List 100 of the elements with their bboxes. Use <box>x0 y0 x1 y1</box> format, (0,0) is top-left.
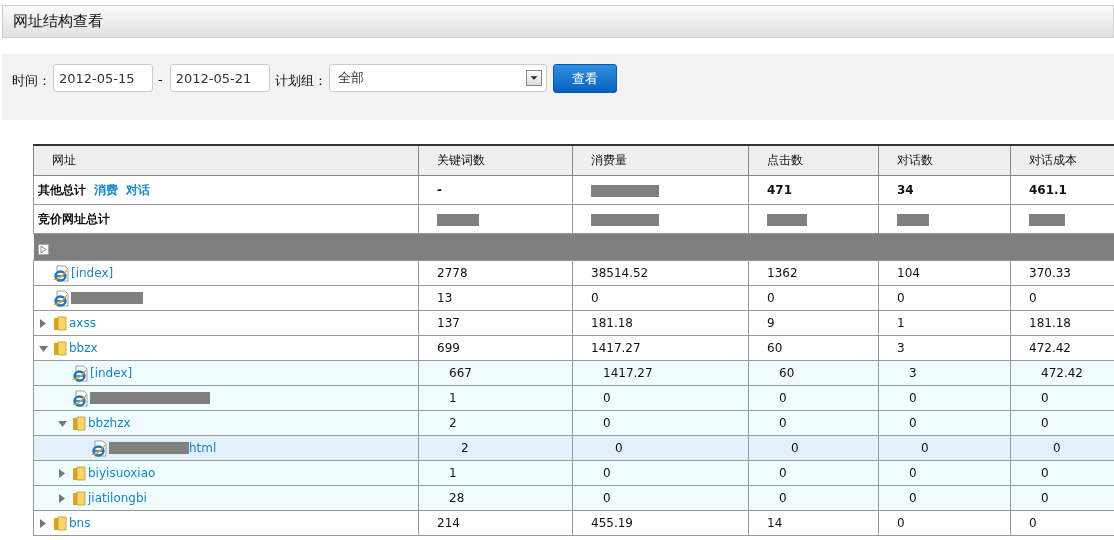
column-header: 对话成本 <box>1010 145 1114 176</box>
table-cell-text: 0 <box>602 391 611 405</box>
table-cell-text: 0 <box>1040 491 1049 505</box>
web-page-icon <box>53 289 69 307</box>
table-cell: 137 <box>437 316 460 330</box>
table-cell: 104 <box>897 266 920 280</box>
url-link[interactable]: bns <box>69 516 91 530</box>
table-cell-text: 0 <box>908 416 917 430</box>
url-link[interactable]: biyisuoxiao <box>88 466 156 480</box>
url-link[interactable]: jiatilongbi <box>88 491 147 505</box>
end-date-field[interactable]: 2012-05-21 <box>169 64 270 92</box>
table-cell-text: 0 <box>778 466 787 480</box>
table-cell-text: 1 <box>448 466 457 480</box>
table-cell-text: 0 <box>908 491 917 505</box>
table-cell-text: 0 <box>778 416 787 430</box>
expand-arrow-icon[interactable] <box>57 492 68 504</box>
table-cell-text: 0 <box>1052 441 1061 455</box>
group-label: 计划组： <box>274 72 327 90</box>
table-cell-text: 0 <box>614 441 623 455</box>
table-cell: 38514.52 <box>591 266 649 280</box>
table-cell-text: 1417.27 <box>602 366 653 380</box>
folder-icon <box>53 340 67 356</box>
table-cell-text: 2 <box>448 416 457 430</box>
table-cell: 1417.27 <box>591 341 641 355</box>
time-label: 时间： <box>12 72 51 90</box>
table-cell: 34 <box>897 183 914 197</box>
folder-icon <box>53 315 67 331</box>
column-header: 消费量 <box>572 145 749 176</box>
url-link[interactable]: [index] <box>71 266 114 280</box>
column-header: 网址 <box>33 145 419 176</box>
folder-icon <box>72 490 86 506</box>
folder-icon <box>53 515 67 531</box>
link[interactable]: 消费 <box>94 181 118 199</box>
table-cell-text: 0 <box>778 391 787 405</box>
table-cell-text: 0 <box>602 466 611 480</box>
row-label: 竞价网址总计 <box>38 210 110 228</box>
table-cell: 0 <box>897 516 905 530</box>
table-cell-text: 28 <box>448 491 465 505</box>
table-cell-text: 667 <box>448 366 472 380</box>
column-header: 对话数 <box>878 145 1011 176</box>
folder-icon <box>72 415 86 431</box>
table-cell-text: 0 <box>1040 416 1049 430</box>
url-link[interactable]: bbzhzx <box>88 416 131 430</box>
expand-arrow-icon[interactable] <box>38 317 49 329</box>
table-cell-text: 0 <box>790 441 799 455</box>
table-cell: 699 <box>437 341 460 355</box>
table-cell: 2778 <box>437 266 468 280</box>
web-page-icon <box>91 439 107 457</box>
group-dropdown[interactable]: 全部 <box>328 64 547 92</box>
table-cell-text: 1 <box>448 391 457 405</box>
column-header: 点击数 <box>748 145 879 176</box>
date-separator: - <box>158 72 163 87</box>
table-cell-text: 0 <box>908 466 917 480</box>
table-cell: 461.1 <box>1029 183 1067 197</box>
table-cell: 471 <box>767 183 793 197</box>
url-link[interactable]: html <box>189 441 217 455</box>
table-cell: 13 <box>437 291 453 305</box>
row-label: 其他总计 <box>38 181 86 199</box>
expand-arrow-icon[interactable] <box>38 517 49 529</box>
page-title: 网址结构查看 <box>2 5 1114 38</box>
table-cell: 14 <box>767 516 783 530</box>
table-cell: 1 <box>897 316 905 330</box>
table-cell: 0 <box>1029 291 1037 305</box>
table-cell-text: 0 <box>602 491 611 505</box>
table-cell: 181.18 <box>591 316 633 330</box>
table-cell: 0 <box>591 291 599 305</box>
table-cell: 472.42 <box>1029 341 1071 355</box>
web-page-icon <box>72 389 88 407</box>
web-page-icon <box>53 264 69 282</box>
url-link[interactable]: bbzx <box>69 341 98 355</box>
table-cell-text: 0 <box>920 441 929 455</box>
table-cell-text: 60 <box>778 366 795 380</box>
expand-arrow-icon[interactable] <box>57 467 68 479</box>
table-cell-text: 0 <box>908 391 917 405</box>
web-page-icon <box>72 364 88 382</box>
url-link[interactable]: axss <box>69 316 96 330</box>
table-cell: 9 <box>767 316 775 330</box>
table-cell-text: 2 <box>460 441 469 455</box>
table-cell-text: 0 <box>1040 466 1049 480</box>
column-header: 关键词数 <box>418 145 573 176</box>
expand-arrow-icon[interactable] <box>37 243 49 255</box>
folder-icon <box>72 465 86 481</box>
link[interactable]: 对话 <box>126 181 150 199</box>
table-cell-text: 472.42 <box>1040 366 1083 380</box>
table-cell: 370.33 <box>1029 266 1071 280</box>
table-cell-text: 0 <box>778 491 787 505</box>
table-cell-text: 0 <box>1040 391 1049 405</box>
table-cell: 214 <box>437 516 460 530</box>
table-cell: 455.19 <box>591 516 633 530</box>
table-cell: 60 <box>767 341 783 355</box>
view-button[interactable]: 查看 <box>552 64 617 93</box>
table-cell: 0 <box>1029 516 1037 530</box>
url-link[interactable]: [index] <box>90 366 133 380</box>
table-cell: 0 <box>767 291 775 305</box>
table-cell-text: 0 <box>602 416 611 430</box>
table-cell: 0 <box>897 291 905 305</box>
table-cell: - <box>437 183 442 197</box>
start-date-field[interactable]: 2012-05-15 <box>53 64 153 92</box>
table-cell: 1362 <box>767 266 798 280</box>
table-cell: 3 <box>897 341 905 355</box>
